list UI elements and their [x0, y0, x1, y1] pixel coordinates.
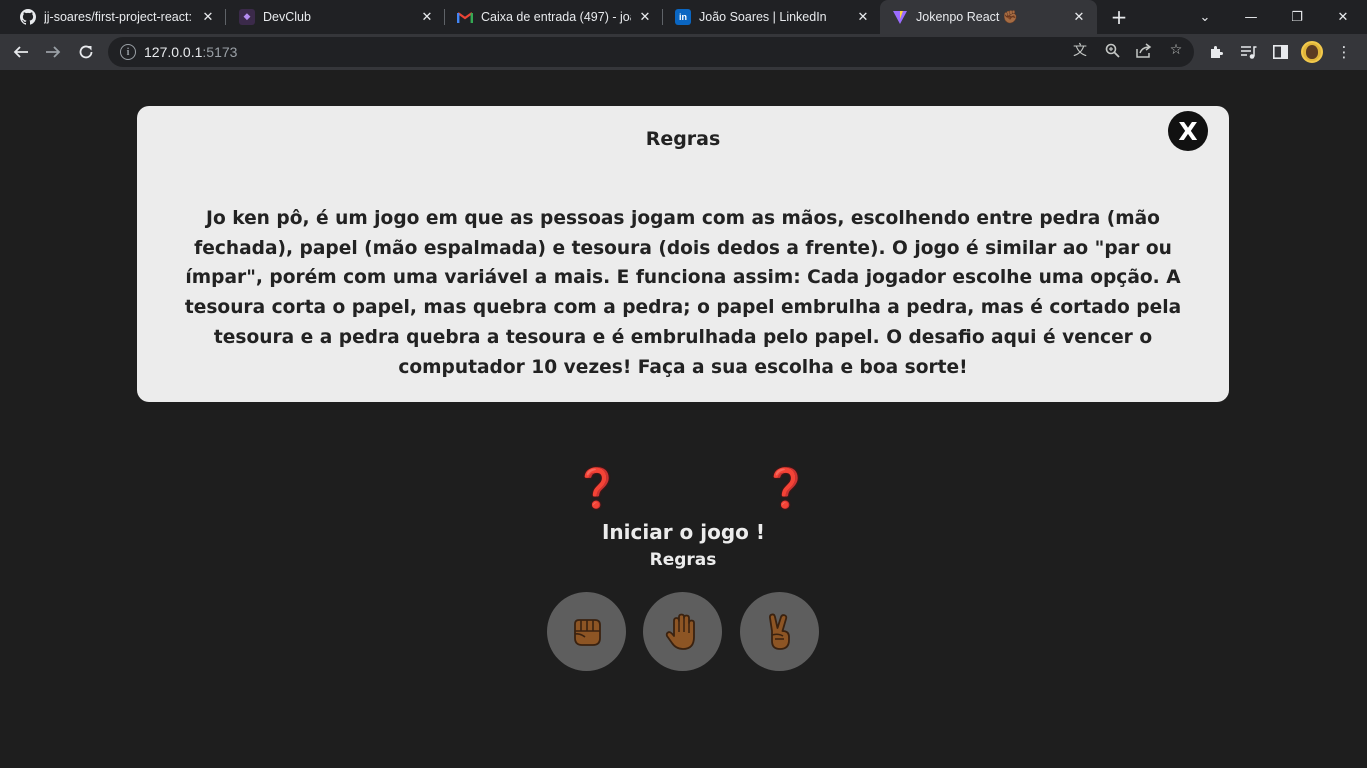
rules-link[interactable]: Regras [633, 550, 733, 570]
bookmark-star-icon[interactable]: ☆ [1167, 41, 1185, 59]
close-tab-icon[interactable]: ✕ [419, 9, 435, 25]
reload-icon[interactable] [72, 38, 100, 66]
tab-title: DevClub [263, 10, 311, 24]
extensions-icon[interactable] [1206, 42, 1226, 62]
tab-title: Caixa de entrada (497) - joao [481, 10, 631, 24]
browser-toolbar: i 127.0.0.1:5173 文 ☆ [0, 34, 1367, 70]
close-tab-icon[interactable]: ✕ [200, 9, 216, 25]
zoom-icon[interactable] [1103, 41, 1121, 59]
open-hand-icon [663, 612, 703, 652]
scissors-button[interactable] [740, 592, 819, 671]
minimize-icon[interactable]: — [1228, 0, 1274, 34]
devclub-icon: ◆ [239, 9, 255, 25]
back-icon[interactable] [7, 38, 35, 66]
paper-button[interactable] [643, 592, 722, 671]
tab-strip: jj-soares/first-project-react: L ✕ ◆ Dev… [0, 0, 1367, 34]
site-info-icon[interactable]: i [120, 44, 136, 60]
start-game-text: Iniciar o jogo ! [601, 520, 765, 544]
rock-button[interactable] [547, 592, 626, 671]
profile-avatar[interactable] [1301, 41, 1323, 63]
tab-search-icon[interactable]: ⌄ [1182, 0, 1228, 34]
modal-title: Regras [645, 128, 721, 150]
side-panel-icon[interactable] [1270, 42, 1290, 62]
forward-icon[interactable] [39, 38, 67, 66]
close-tab-icon[interactable]: ✕ [1071, 9, 1087, 25]
translate-icon[interactable]: 文 [1071, 41, 1089, 59]
fist-icon [567, 612, 607, 652]
victory-hand-icon [760, 612, 800, 652]
close-tab-icon[interactable]: ✕ [637, 9, 653, 25]
url-host: 127.0.0.1 [144, 44, 203, 60]
tab-jokenpo[interactable]: Jokenpo React ✊🏾 ✕ [880, 0, 1097, 34]
tab-github[interactable]: jj-soares/first-project-react: L ✕ [8, 0, 226, 34]
tab-gmail[interactable]: Caixa de entrada (497) - joao ✕ [445, 0, 663, 34]
new-tab-button[interactable]: + [1107, 5, 1131, 29]
gmail-icon [457, 9, 473, 25]
player-choice-icon: ❓ [573, 466, 621, 510]
computer-choice-icon: ❓ [762, 466, 810, 510]
tab-linkedin[interactable]: in João Soares | LinkedIn ✕ [663, 0, 881, 34]
share-icon[interactable] [1135, 41, 1153, 59]
tab-devclub[interactable]: ◆ DevClub ✕ [227, 0, 445, 34]
rules-modal: Regras X Jo ken pô, é um jogo em que as … [137, 106, 1229, 402]
address-bar[interactable]: i 127.0.0.1:5173 [108, 37, 1194, 67]
media-control-icon[interactable] [1238, 42, 1258, 62]
restore-icon[interactable]: ❐ [1274, 0, 1320, 34]
menu-kebab-icon[interactable]: ⋮ [1334, 42, 1354, 62]
close-modal-button[interactable]: X [1168, 111, 1208, 151]
tab-title: jj-soares/first-project-react: L [44, 10, 194, 24]
url-port: :5173 [202, 44, 238, 60]
github-icon [20, 9, 36, 25]
close-window-icon[interactable]: ✕ [1320, 0, 1366, 34]
rules-text: Jo ken pô, é um jogo em que as pessoas j… [184, 208, 1182, 378]
linkedin-icon: in [675, 9, 691, 25]
tab-title: Jokenpo React ✊🏾 [916, 9, 1019, 24]
vite-icon [892, 9, 908, 25]
tab-title: João Soares | LinkedIn [699, 10, 827, 24]
close-tab-icon[interactable]: ✕ [855, 9, 871, 25]
